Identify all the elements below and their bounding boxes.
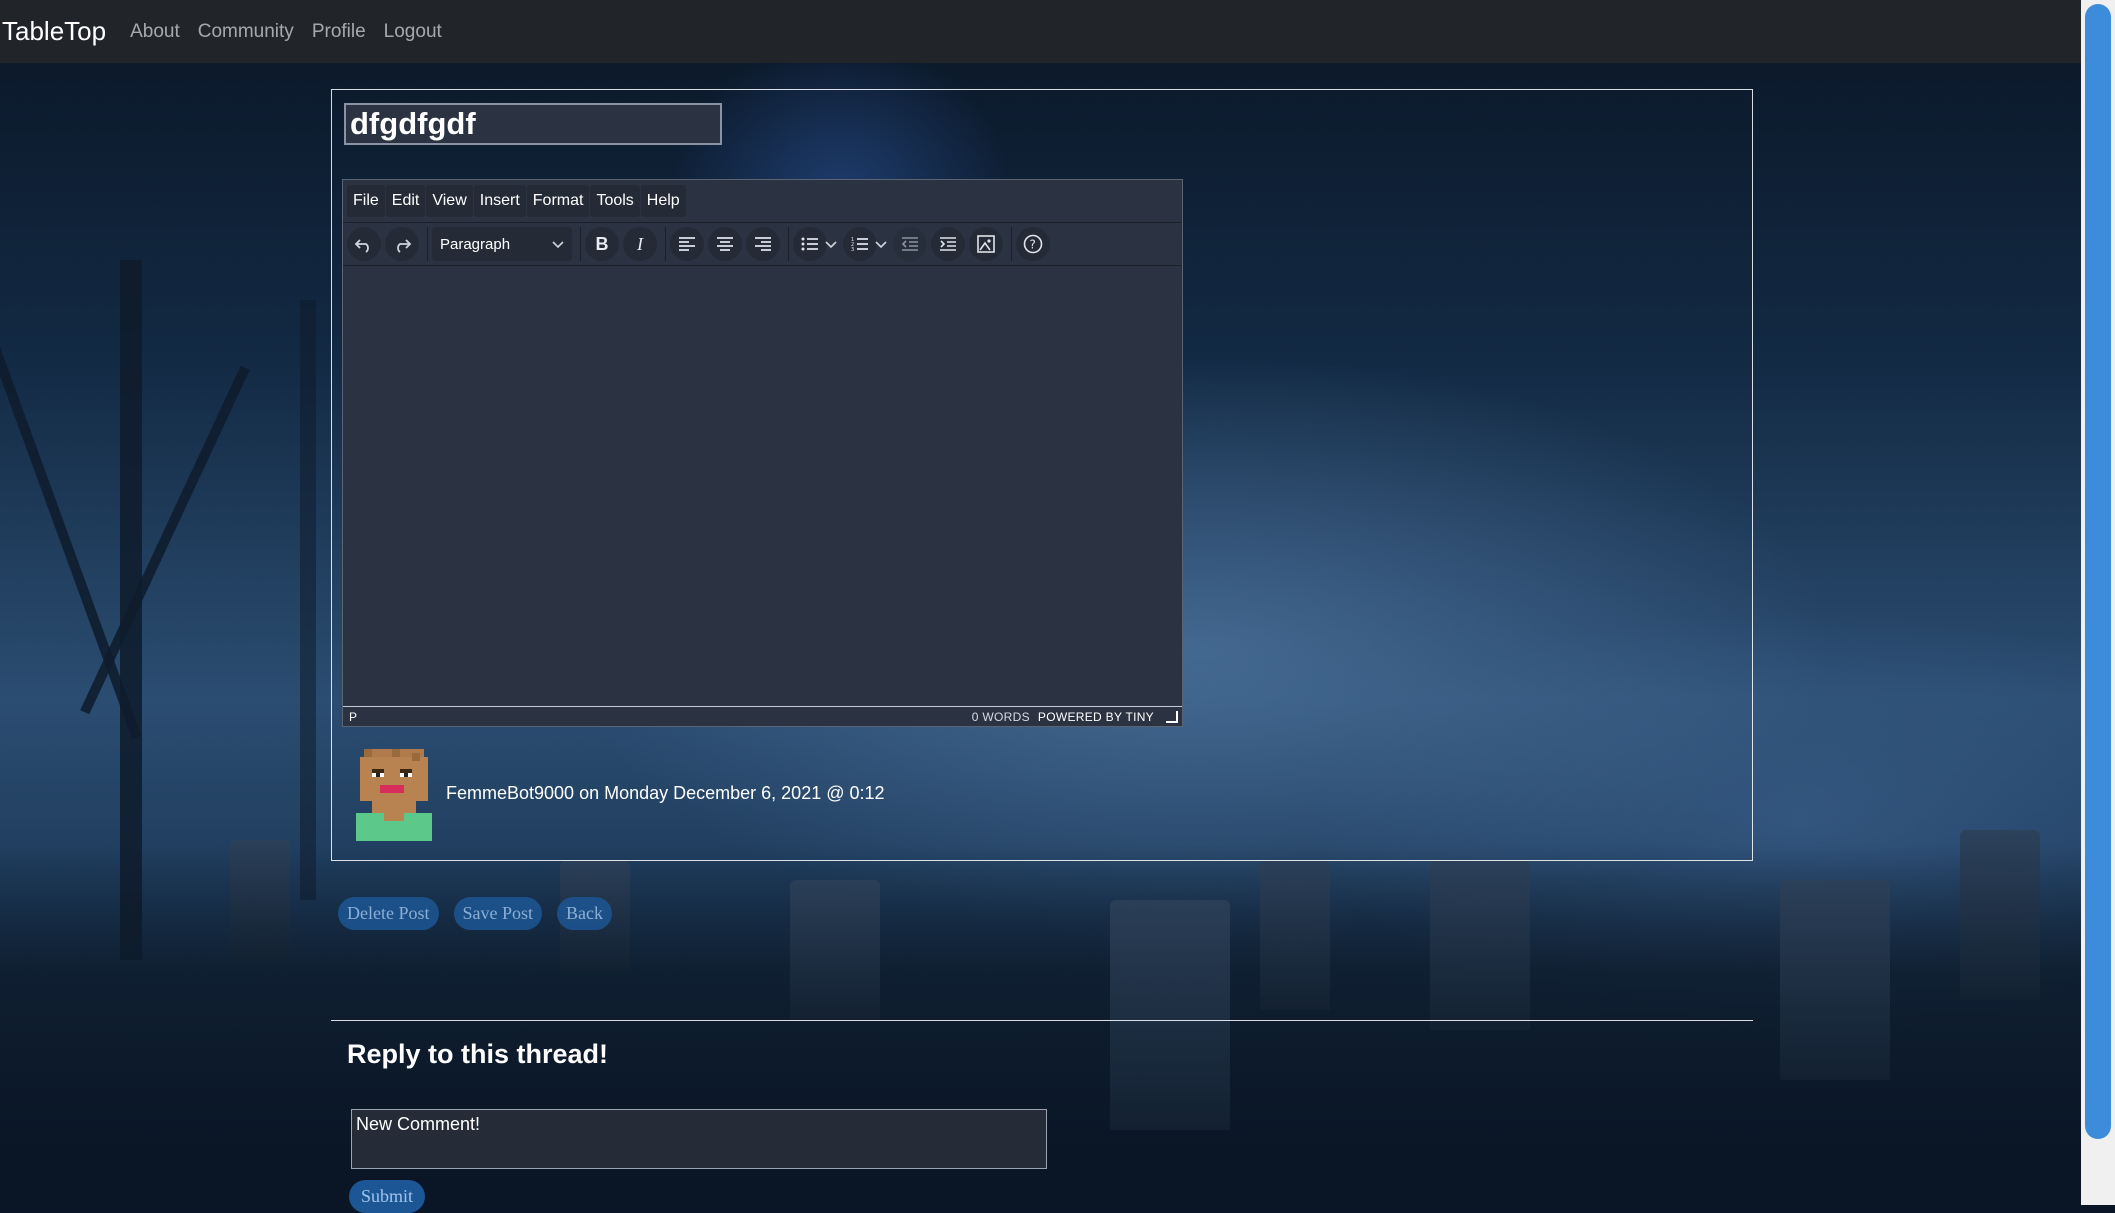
block-format-value: Paragraph bbox=[440, 235, 511, 253]
menu-edit[interactable]: Edit bbox=[385, 185, 426, 217]
brand-logo[interactable]: TableTop bbox=[2, 16, 106, 47]
svg-text:?: ? bbox=[1030, 238, 1036, 252]
editor-toolbar: Paragraph B I 1 2 3 ? bbox=[343, 223, 1182, 266]
background-stump bbox=[1960, 830, 2040, 1000]
chevron-down-icon[interactable] bbox=[825, 237, 837, 252]
image-icon[interactable] bbox=[969, 227, 1003, 261]
comment-textarea[interactable]: New Comment! bbox=[351, 1109, 1047, 1169]
post-author-row: FemmeBot9000 on Monday December 6, 2021 … bbox=[352, 745, 885, 841]
nav-link-profile[interactable]: Profile bbox=[312, 21, 366, 43]
align-right-icon[interactable] bbox=[746, 227, 780, 261]
bullet-list-icon[interactable] bbox=[793, 227, 827, 261]
toolbar-separator bbox=[1011, 227, 1012, 261]
top-navbar: TableTop About Community Profile Logout bbox=[0, 0, 2081, 63]
delete-post-button[interactable]: Delete Post bbox=[338, 897, 439, 930]
svg-text:3: 3 bbox=[851, 247, 854, 252]
toolbar-separator bbox=[427, 227, 428, 261]
align-center-icon[interactable] bbox=[708, 227, 742, 261]
background-stump bbox=[1260, 860, 1330, 1010]
post-author-date: FemmeBot9000 on Monday December 6, 2021 … bbox=[446, 782, 885, 803]
editor-statusbar: P 0 WORDS POWERED BY TINY bbox=[343, 706, 1182, 726]
toolbar-separator bbox=[665, 227, 666, 261]
submit-button[interactable]: Submit bbox=[349, 1180, 426, 1213]
menu-tools[interactable]: Tools bbox=[590, 185, 640, 217]
word-count[interactable]: 0 WORDS bbox=[972, 710, 1030, 724]
background-stump bbox=[1110, 900, 1230, 1130]
resize-handle-icon[interactable] bbox=[1166, 710, 1178, 723]
page-scrollbar[interactable] bbox=[2081, 0, 2115, 1205]
section-divider bbox=[331, 1020, 1753, 1021]
editor-content-area[interactable] bbox=[343, 266, 1182, 706]
editor-menubar: File Edit View Insert Format Tools Help bbox=[343, 180, 1182, 223]
menu-format[interactable]: Format bbox=[526, 185, 590, 217]
nav-link-logout[interactable]: Logout bbox=[384, 21, 442, 43]
background-tree bbox=[300, 300, 316, 900]
menu-insert[interactable]: Insert bbox=[473, 185, 526, 217]
reply-heading: Reply to this thread! bbox=[347, 1039, 609, 1069]
scrollbar-thumb[interactable] bbox=[2085, 4, 2111, 1139]
chevron-down-icon[interactable] bbox=[875, 237, 887, 252]
align-left-icon[interactable] bbox=[670, 227, 704, 261]
help-icon[interactable]: ? bbox=[1016, 227, 1050, 261]
rich-text-editor: File Edit View Insert Format Tools Help … bbox=[342, 179, 1183, 727]
redo-icon[interactable] bbox=[385, 227, 419, 261]
background-stump bbox=[230, 840, 290, 960]
block-format-select[interactable]: Paragraph bbox=[432, 227, 572, 261]
post-card: File Edit View Insert Format Tools Help … bbox=[331, 89, 1753, 861]
undo-icon[interactable] bbox=[347, 227, 381, 261]
background-stump bbox=[1430, 860, 1530, 1030]
nav-link-community[interactable]: Community bbox=[198, 21, 294, 43]
background-stump bbox=[1780, 880, 1890, 1080]
menu-help[interactable]: Help bbox=[640, 185, 686, 217]
save-post-button[interactable]: Save Post bbox=[453, 897, 543, 930]
avatar bbox=[352, 745, 436, 841]
element-path[interactable]: P bbox=[349, 710, 972, 724]
menu-view[interactable]: View bbox=[426, 185, 473, 217]
toolbar-separator bbox=[788, 227, 789, 261]
indent-icon[interactable] bbox=[931, 227, 965, 261]
post-actions: Delete Post Save Post Back bbox=[338, 897, 627, 930]
toolbar-separator bbox=[580, 227, 581, 261]
bold-icon[interactable]: B bbox=[585, 227, 619, 261]
numbered-list-icon[interactable]: 123 bbox=[843, 227, 877, 261]
background-stump bbox=[790, 880, 880, 1020]
italic-icon[interactable]: I bbox=[623, 227, 657, 261]
nav-link-about[interactable]: About bbox=[130, 21, 180, 43]
outdent-icon[interactable] bbox=[893, 227, 927, 261]
background-tree bbox=[80, 365, 250, 715]
post-title-input[interactable] bbox=[344, 103, 722, 145]
menu-file[interactable]: File bbox=[347, 185, 385, 217]
powered-by-link[interactable]: POWERED BY TINY bbox=[1038, 710, 1154, 724]
back-button[interactable]: Back bbox=[557, 897, 612, 930]
chevron-down-icon bbox=[552, 236, 564, 253]
